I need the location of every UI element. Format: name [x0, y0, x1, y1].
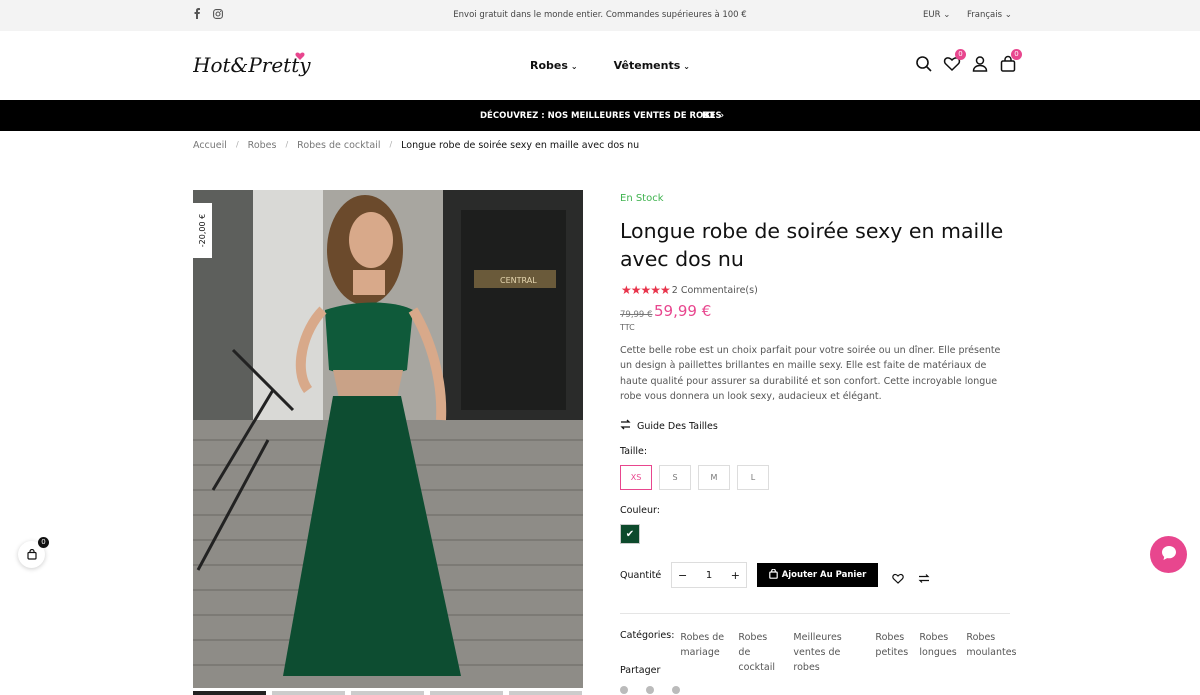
pinterest-share-icon[interactable] — [672, 686, 680, 694]
language-label: Français — [967, 10, 1003, 20]
category-link[interactable]: Robes moulantes — [966, 630, 1016, 675]
breadcrumb-separator: / — [389, 140, 393, 149]
chevron-down-icon: ⌄ — [570, 62, 578, 71]
shipping-promo-text: Envoi gratuit dans le monde entier. Comm… — [453, 10, 747, 20]
category-link[interactable]: Robes de mariage — [680, 630, 726, 675]
category-link[interactable]: Robes de cocktail — [738, 630, 781, 675]
size-guide-link[interactable]: Guide Des Tailles — [620, 419, 718, 433]
product-categories: Catégories: Robes de mariage Robes de co… — [620, 630, 1026, 675]
old-price: 79,99 € — [620, 310, 653, 320]
logo-text: Hot&Pretty — [193, 53, 311, 77]
size-options: XS S M L — [620, 465, 769, 490]
main-nav: Robes ⌄ Vêtements ⌄ — [530, 59, 690, 72]
facebook-share-icon[interactable] — [620, 686, 628, 694]
size-label: Taille: — [620, 446, 648, 457]
chat-widget-button[interactable] — [1150, 536, 1187, 573]
current-price: 59,99 € — [654, 302, 712, 320]
increase-qty-button[interactable]: + — [731, 569, 740, 582]
nav-label: Vêtements — [613, 59, 681, 72]
bag-icon — [26, 545, 37, 564]
breadcrumb-item[interactable]: Accueil — [193, 140, 227, 151]
product-description: Cette belle robe est un choix parfait po… — [620, 345, 1001, 402]
currency-selector[interactable]: EUR ⌄ — [923, 10, 950, 20]
bag-icon — [768, 568, 778, 582]
quantity-label: Quantité — [620, 570, 662, 581]
twitter-share-icon[interactable] — [646, 686, 654, 694]
search-icon[interactable] — [915, 55, 933, 73]
tax-label: TTC — [620, 323, 635, 332]
size-option-l[interactable]: L — [737, 465, 769, 490]
header-actions: 0 0 — [915, 49, 1022, 73]
breadcrumb-separator: / — [285, 140, 289, 149]
account-icon[interactable] — [971, 55, 989, 73]
chevron-down-icon: ⌄ — [683, 62, 690, 71]
announcement-bar: DÉCOUVREZ : NOS MEILLEURES VENTES DE ROB… — [0, 100, 1200, 131]
nav-item-vetements[interactable]: Vêtements ⌄ — [614, 59, 690, 72]
add-to-cart-button[interactable]: Ajouter Au Panier — [757, 563, 878, 587]
color-swatch-green[interactable]: ✔ — [620, 524, 640, 544]
add-to-wishlist-heart-icon[interactable] — [892, 569, 904, 588]
door-sign-text: CENTRAL — [500, 276, 537, 285]
wishlist-icon[interactable]: 0 — [943, 49, 966, 73]
nav-label: Robes — [530, 59, 568, 72]
thumbnail-strip — [193, 691, 582, 695]
currency-label: EUR — [923, 10, 941, 20]
site-header: Hot&Pretty Robes ⌄ Vêtements ⌄ 0 0 — [0, 31, 1200, 100]
category-link[interactable]: Robes longues — [919, 630, 956, 675]
add-to-cart-label: Ajouter Au Panier — [781, 570, 867, 580]
announcement-link-label: ICI — [702, 111, 715, 121]
ruler-icon — [620, 419, 631, 433]
reviews-link[interactable]: 2 Commentaire(s) — [672, 285, 758, 296]
compare-arrows-icon[interactable] — [918, 569, 930, 588]
announcement-link[interactable]: ICI › — [702, 111, 724, 121]
quantity-value[interactable]: 1 — [706, 570, 712, 581]
star-rating-icon: ★★★★★ — [621, 283, 671, 297]
breadcrumb-current: Longue robe de soirée sexy en maille ave… — [401, 140, 640, 151]
decrease-qty-button[interactable]: − — [678, 569, 687, 582]
thumbnail[interactable] — [430, 691, 503, 695]
discount-value: -20,00 € — [198, 213, 208, 248]
top-bar: Envoi gratuit dans le monde entier. Comm… — [0, 0, 1200, 31]
quantity-stepper: − 1 + — [671, 562, 747, 588]
thumbnail[interactable] — [272, 691, 345, 695]
floating-cart-badge: 0 — [38, 537, 49, 548]
size-option-m[interactable]: M — [698, 465, 730, 490]
language-selector[interactable]: Français ⌄ — [967, 10, 1012, 20]
chevron-down-icon: ⌄ — [1004, 10, 1012, 20]
nav-item-robes[interactable]: Robes ⌄ — [530, 59, 578, 72]
cart-count-badge: 0 — [1011, 49, 1022, 60]
thumbnail[interactable] — [193, 691, 266, 695]
check-icon: ✔ — [625, 528, 635, 540]
divider — [620, 613, 1010, 614]
size-option-s[interactable]: S — [659, 465, 691, 490]
thumbnail[interactable] — [509, 691, 582, 695]
thumbnail[interactable] — [351, 691, 424, 695]
product-main-image[interactable]: CENTRAL — [193, 190, 583, 688]
color-label: Couleur: — [620, 505, 660, 516]
product-title: Longue robe de soirée sexy en maille ave… — [620, 219, 1004, 271]
chevron-right-icon: › — [720, 111, 725, 121]
site-logo[interactable]: Hot&Pretty — [192, 48, 313, 82]
product-rating: ★★★★★ 2 Commentaire(s) — [621, 283, 758, 297]
breadcrumb-separator: / — [235, 140, 239, 149]
discount-badge: -20,00 € — [193, 203, 212, 258]
stock-status: En Stock — [620, 193, 664, 204]
announcement-text: DÉCOUVREZ : NOS MEILLEURES VENTES DE ROB… — [480, 111, 722, 121]
wishlist-count-badge: 0 — [955, 49, 966, 60]
share-label: Partager — [620, 665, 661, 676]
share-links — [620, 686, 680, 694]
breadcrumb: Accueil / Robes / Robes de cocktail / Lo… — [193, 140, 639, 151]
cart-icon[interactable]: 0 — [999, 49, 1022, 73]
size-option-xs[interactable]: XS — [620, 465, 652, 490]
chevron-down-icon: ⌄ — [943, 10, 951, 20]
category-link[interactable]: Meilleures ventes de robes — [793, 630, 863, 675]
category-link[interactable]: Robes petites — [875, 630, 908, 675]
breadcrumb-item[interactable]: Robes de cocktail — [297, 140, 380, 151]
floating-cart-button[interactable]: 0 — [18, 537, 49, 568]
chat-bubble-icon — [1160, 544, 1178, 566]
size-guide-label: Guide Des Tailles — [637, 420, 718, 432]
breadcrumb-item[interactable]: Robes — [248, 140, 277, 151]
